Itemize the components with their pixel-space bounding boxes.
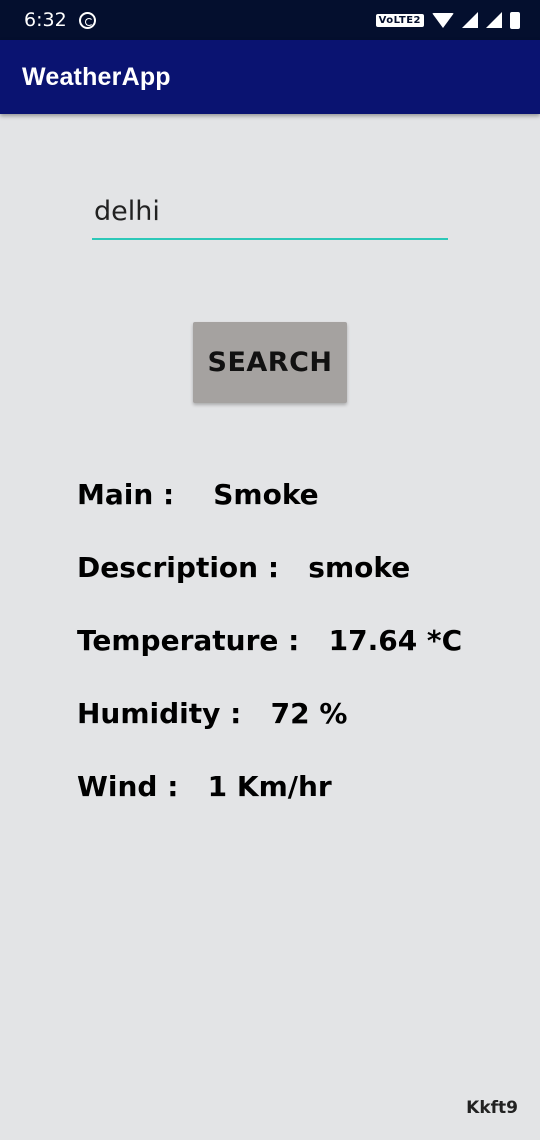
humidity-value: 72 % bbox=[270, 697, 348, 730]
volte-badge: VoLTE2 bbox=[375, 13, 424, 27]
battery-icon bbox=[510, 11, 520, 29]
main-label: Main : bbox=[77, 478, 175, 511]
temperature-value: 17.64 *C bbox=[328, 624, 463, 657]
status-left: 6:32 bbox=[24, 9, 96, 31]
notification-icon bbox=[78, 11, 96, 29]
signal-roaming-icon bbox=[486, 12, 502, 28]
temperature-row: Temperature : 17.64 *C bbox=[77, 624, 462, 657]
search-button[interactable]: SEARCH bbox=[193, 322, 347, 403]
temperature-label: Temperature : bbox=[77, 624, 300, 657]
humidity-row: Humidity : 72 % bbox=[77, 697, 347, 730]
status-right: VoLTE2 bbox=[375, 11, 520, 29]
app-bar: WeatherApp bbox=[0, 40, 540, 114]
description-row: Description : smoke bbox=[77, 551, 410, 584]
wifi-icon bbox=[432, 12, 454, 28]
wind-row: Wind : 1 Km/hr bbox=[77, 770, 332, 803]
main-value: Smoke bbox=[213, 478, 319, 511]
status-time: 6:32 bbox=[24, 9, 67, 31]
wind-label: Wind : bbox=[77, 770, 179, 803]
signal-icon bbox=[462, 12, 478, 28]
humidity-label: Humidity : bbox=[77, 697, 242, 730]
footer-tag: Kkft9 bbox=[466, 1098, 518, 1118]
description-label: Description : bbox=[77, 551, 280, 584]
app-title: WeatherApp bbox=[22, 62, 171, 91]
main-row: Main : Smoke bbox=[77, 478, 319, 511]
city-input[interactable] bbox=[92, 190, 448, 240]
description-value: smoke bbox=[308, 551, 411, 584]
status-bar: 6:32 VoLTE2 bbox=[0, 0, 540, 40]
wind-value: 1 Km/hr bbox=[207, 770, 332, 803]
